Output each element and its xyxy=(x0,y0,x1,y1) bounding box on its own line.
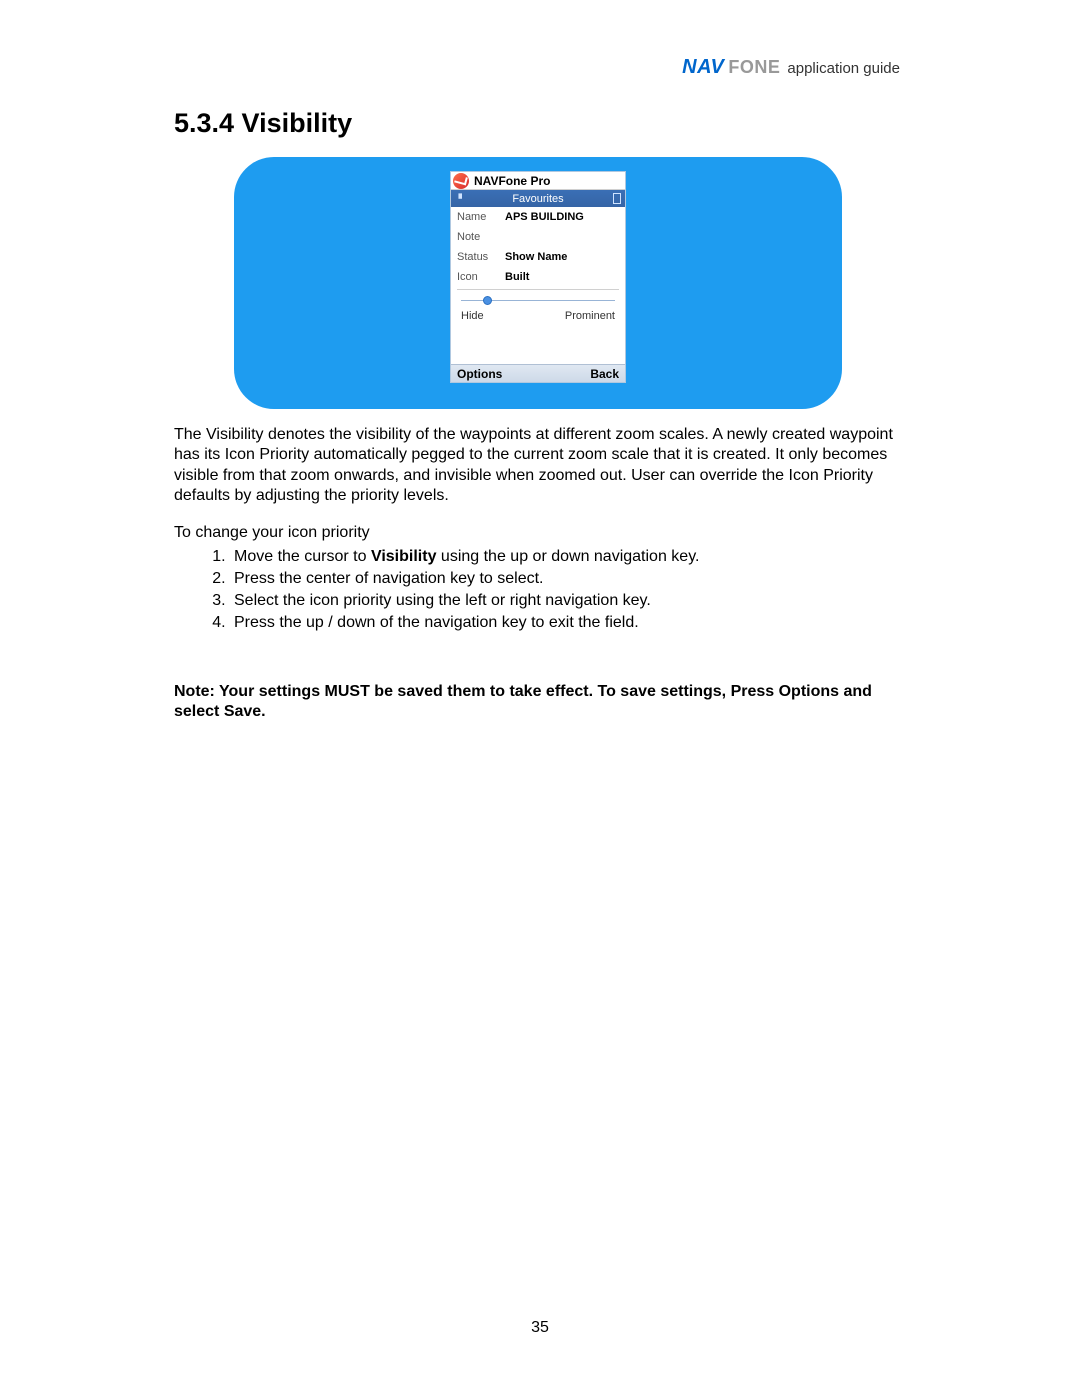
page-header: NAVFONE application guide xyxy=(682,56,900,79)
icon-label: Icon xyxy=(457,271,497,283)
phone-mock: NAVFone Pro ▝ Favourites Name APS BUILDI… xyxy=(450,171,626,383)
icon-value: Built xyxy=(505,271,529,283)
signal-icon: ▝ xyxy=(455,194,462,205)
visibility-slider[interactable] xyxy=(461,292,615,308)
field-note-row[interactable]: Note xyxy=(451,227,625,247)
step1-bold: Visibility xyxy=(371,548,437,565)
slider-handle[interactable] xyxy=(483,296,492,305)
step-3: Select the icon priority using the left … xyxy=(230,591,902,612)
screen-title-text: Favourites xyxy=(512,193,563,205)
main-content: 5.3.4 Visibility NAVFone Pro ▝ Favourite… xyxy=(174,108,902,723)
note-label: Note xyxy=(457,231,497,243)
divider xyxy=(457,289,619,290)
header-subtitle: application guide xyxy=(787,60,900,77)
section-heading: 5.3.4 Visibility xyxy=(174,108,902,139)
steps-list: Move the cursor to Visibility using the … xyxy=(230,547,902,633)
screenshot-figure: NAVFone Pro ▝ Favourites Name APS BUILDI… xyxy=(234,157,842,409)
logo-nav: NAV xyxy=(682,56,724,79)
step-1: Move the cursor to Visibility using the … xyxy=(230,547,902,568)
phone-body: Name APS BUILDING Note Status Show Name … xyxy=(451,207,625,364)
field-icon-row[interactable]: Icon Built xyxy=(451,267,625,287)
logo-fone: FONE xyxy=(728,57,780,78)
battery-icon xyxy=(613,193,621,204)
phone-screen-title: ▝ Favourites xyxy=(451,190,625,207)
softkey-right[interactable]: Back xyxy=(590,367,619,381)
field-name-row[interactable]: Name APS BUILDING xyxy=(451,207,625,227)
name-label: Name xyxy=(457,211,497,223)
phone-titlebar: NAVFone Pro xyxy=(451,172,625,190)
step1-c: using the up or down navigation key. xyxy=(436,548,699,565)
status-value: Show Name xyxy=(505,251,567,263)
description-paragraph: The Visibility denotes the visibility of… xyxy=(174,425,902,507)
slider-right-label: Prominent xyxy=(565,310,615,322)
softkey-bar: Options Back xyxy=(451,364,625,382)
app-name: NAVFone Pro xyxy=(474,174,550,188)
page-number: 35 xyxy=(0,1319,1080,1337)
app-logo-icon xyxy=(453,173,469,189)
step1-a: Move the cursor to xyxy=(234,548,371,565)
steps-lead: To change your icon priority xyxy=(174,523,902,543)
slider-labels: Hide Prominent xyxy=(451,308,625,324)
slider-left-label: Hide xyxy=(461,310,484,322)
name-value: APS BUILDING xyxy=(505,211,584,223)
field-status-row[interactable]: Status Show Name xyxy=(451,247,625,267)
step-4: Press the up / down of the navigation ke… xyxy=(230,613,902,634)
step-2: Press the center of navigation key to se… xyxy=(230,569,902,590)
status-label: Status xyxy=(457,251,497,263)
note-paragraph: Note: Your settings MUST be saved them t… xyxy=(174,682,902,724)
softkey-left[interactable]: Options xyxy=(457,367,502,381)
